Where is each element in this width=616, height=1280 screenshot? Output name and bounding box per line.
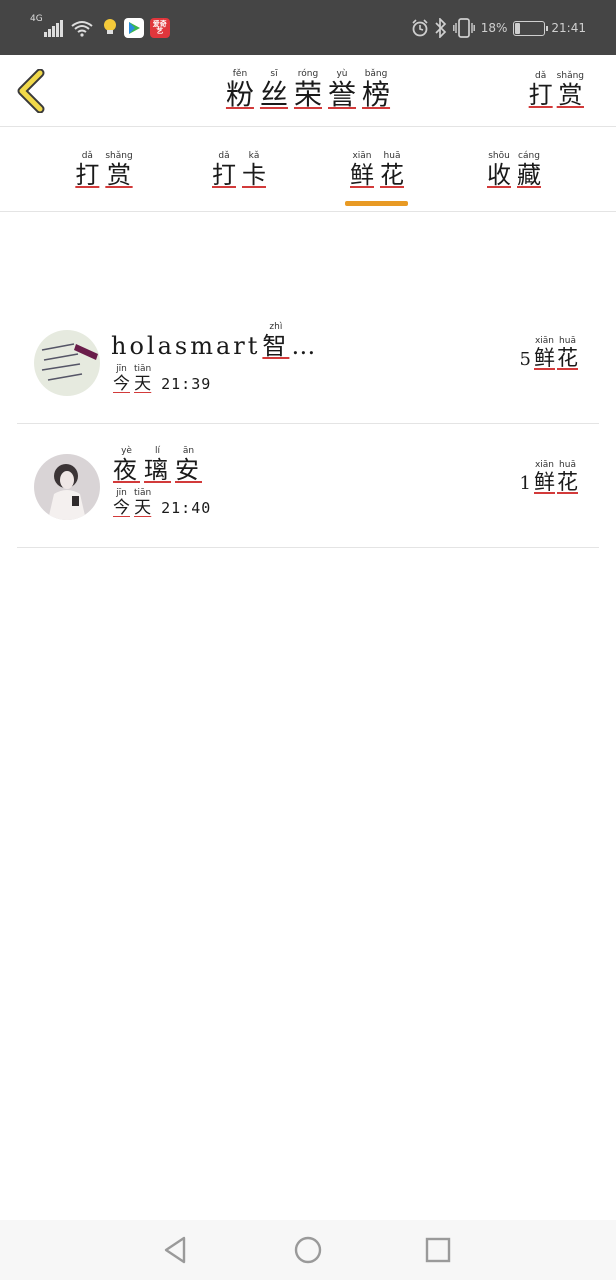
list-item[interactable]: holasmart智zhì… 今jīn天tiān 21:39 5 鲜xiān花huā xyxy=(17,300,599,424)
tab-char: 打dǎ xyxy=(75,151,100,189)
vibrate-icon xyxy=(452,18,475,38)
avatar xyxy=(34,454,100,520)
nav-back-button[interactable] xyxy=(160,1234,192,1266)
iqiyi-label: 爱奇艺 xyxy=(152,20,167,35)
alarm-icon xyxy=(412,19,428,37)
reward-char-0: 打dǎ xyxy=(528,71,553,109)
iqiyi-app-icon: 爱奇艺 xyxy=(149,18,170,38)
tab-flowers[interactable]: 鲜xiān花huā xyxy=(307,151,447,190)
fan-name-char: 璃lí xyxy=(144,446,171,484)
timestamp: 今jīn天tiān 21:40 xyxy=(111,488,211,518)
title-char-0: 粉fěn xyxy=(225,69,254,111)
page-title: 粉fěn丝sī荣róng誉yù榜bǎng xyxy=(0,69,616,113)
fan-name-char: 智zhì xyxy=(262,322,290,360)
square-recents-icon xyxy=(425,1237,451,1263)
tab-char: 鲜xiān xyxy=(350,151,374,189)
unit-char: 鲜xiān xyxy=(534,460,555,494)
tab-char: 打dǎ xyxy=(212,151,236,189)
status-bar: 4G 爱奇艺 18% 21:41 xyxy=(0,0,616,55)
ellipsis: … xyxy=(291,332,319,360)
avatar xyxy=(34,330,100,396)
fan-name: 夜yè璃lí安ān xyxy=(111,446,204,485)
signal-icon xyxy=(43,19,64,37)
fan-name-char: 夜yè xyxy=(113,446,140,484)
status-left: 4G 爱奇艺 xyxy=(30,14,176,42)
title-char-2: 荣róng xyxy=(293,69,322,111)
lightbulb-icon xyxy=(103,19,116,34)
tab-favorites[interactable]: 收shōu藏cáng xyxy=(444,151,584,190)
reward-char-1: 赏shǎng xyxy=(556,71,584,109)
status-right: 18% 21:41 xyxy=(405,14,586,42)
time-value: 21:39 xyxy=(161,375,212,393)
flower-count: 5 鲜xiān花huā xyxy=(520,336,579,372)
clock: 21:41 xyxy=(551,21,586,35)
unit-char: 花huā xyxy=(557,336,578,370)
bluetooth-icon xyxy=(435,18,446,38)
count-number: 5 xyxy=(519,349,531,370)
video-app-icon xyxy=(123,18,144,38)
tab-char: 花huā xyxy=(380,151,404,189)
header: 粉fěn丝sī荣róng誉yù榜bǎng 打dǎ赏shǎng xyxy=(0,55,616,127)
day-char: 今jīn xyxy=(113,364,130,394)
system-nav-bar xyxy=(0,1220,616,1280)
count-number: 1 xyxy=(519,473,531,494)
tab-char: 藏cáng xyxy=(517,151,541,189)
tab-reward[interactable]: 打dǎ赏shǎng xyxy=(34,151,174,190)
circle-home-icon xyxy=(294,1236,322,1264)
tab-char: 卡kǎ xyxy=(242,151,266,189)
nav-home-button[interactable] xyxy=(292,1234,324,1266)
flower-count: 1 鲜xiān花huā xyxy=(520,460,579,496)
battery-icon xyxy=(513,20,549,36)
title-char-1: 丝sī xyxy=(259,69,288,111)
day-char: 天tiān xyxy=(134,364,152,394)
wifi-icon xyxy=(71,21,93,37)
day-char: 今jīn xyxy=(113,488,130,518)
triangle-back-icon xyxy=(164,1236,186,1264)
reward-button[interactable]: 打dǎ赏shǎng xyxy=(527,71,586,110)
unit-char: 花huā xyxy=(557,460,578,494)
battery-level xyxy=(515,22,521,34)
battery-percent: 18% xyxy=(480,21,508,35)
tab-char: 收shōu xyxy=(487,151,511,189)
timestamp: 今jīn天tiān 21:39 xyxy=(111,364,211,394)
nav-recents-button[interactable] xyxy=(422,1234,454,1266)
title-char-3: 誉yù xyxy=(328,69,357,111)
fan-name: holasmart智zhì… xyxy=(111,322,318,361)
time-value: 21:40 xyxy=(161,499,212,517)
network-type: 4G xyxy=(30,14,43,24)
fan-list: holasmart智zhì… 今jīn天tiān21:39 5 鲜xiān花huā… xyxy=(17,300,599,548)
title-char-4: 榜bǎng xyxy=(362,69,391,111)
tab-char: 赏shǎng xyxy=(105,151,133,189)
tab-checkin[interactable]: 打dǎ卡kǎ xyxy=(169,151,309,190)
list-item[interactable]: 夜yè璃lí安ān 今jīn天tiān 21:40 1 鲜xiān花huā xyxy=(17,424,599,548)
tab-bar: 打dǎ赏shǎng 打dǎ卡kǎ 鲜xiān花huā 收shōu藏cáng xyxy=(0,127,616,212)
fan-name-char: 安ān xyxy=(175,446,202,484)
active-tab-indicator xyxy=(345,201,408,206)
unit-char: 鲜xiān xyxy=(534,336,555,370)
fan-name-latin: holasmart xyxy=(111,332,261,360)
day-char: 天tiān xyxy=(134,488,152,518)
